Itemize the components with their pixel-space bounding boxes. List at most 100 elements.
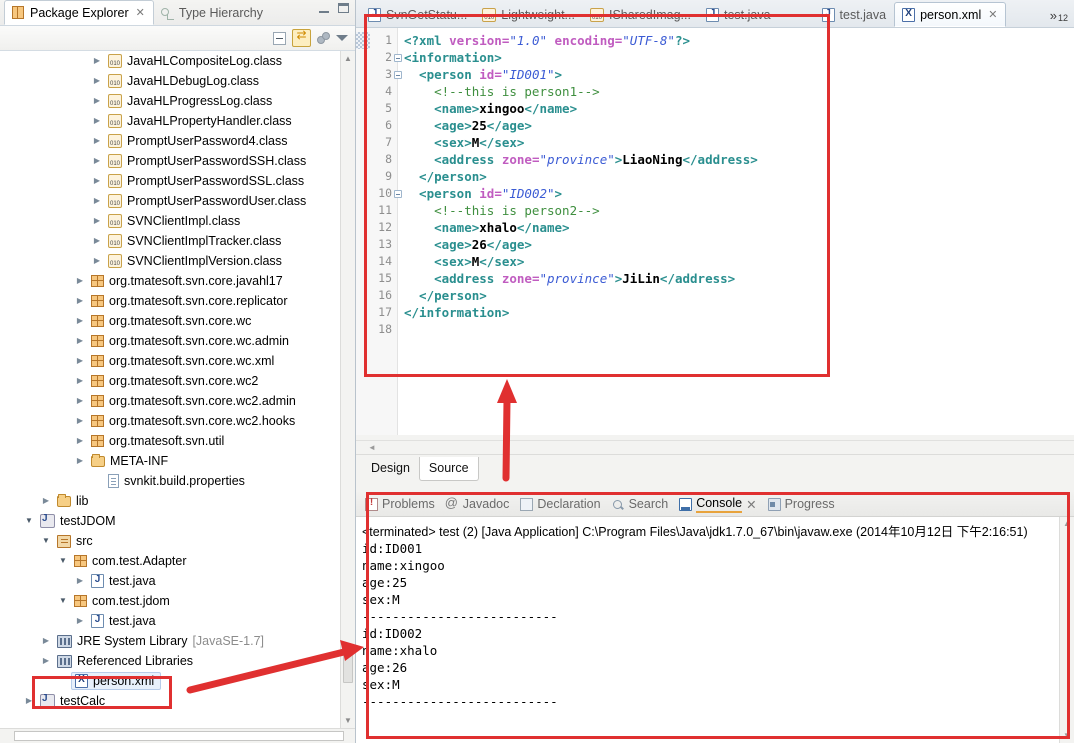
tree-item-test-java[interactable]: ▶ test.java [0,611,355,631]
tree-item-meta-inf[interactable]: ▶ META-INF [0,451,355,471]
editor-tab-isharedimag-[interactable]: ISharedImag... [583,3,699,27]
tree-item-org-tmatesoft-svn-util[interactable]: ▶ org.tmatesoft.svn.util [0,431,355,451]
editor-horizontal-scrollbar[interactable]: ◄ [356,440,1074,454]
tree-item-person-xml[interactable]: person.xml [0,671,355,691]
scroll-up-icon[interactable]: ▲ [341,51,355,66]
chevron-right-icon[interactable]: ▶ [74,437,86,445]
chevron-down-icon[interactable]: ▼ [57,597,69,605]
tree-item-svnclientimpltracker-class[interactable]: ▶ SVNClientImplTracker.class [0,231,355,251]
chevron-right-icon[interactable]: ▶ [74,317,86,325]
tab-package-explorer[interactable]: Package Explorer ✕ [4,0,154,25]
tree-item-org-tmatesoft-svn-core-wc-xml[interactable]: ▶ org.tmatesoft.svn.core.wc.xml [0,351,355,371]
chevron-right-icon[interactable]: ▶ [74,377,86,385]
chevron-right-icon[interactable]: ▶ [91,217,103,225]
console-tab-javadoc[interactable]: Javadoc [444,492,519,516]
chevron-right-icon[interactable]: ▶ [91,137,103,145]
tree-item-javahlpropertyhandler-class[interactable]: ▶ JavaHLPropertyHandler.class [0,111,355,131]
view-options-icon[interactable] [317,31,330,45]
chevron-right-icon[interactable]: ▶ [40,497,52,505]
console-tab-console[interactable]: Console ✕ [677,492,765,516]
scrollbar-thumb[interactable] [14,731,344,741]
tree-item-testjdom[interactable]: ▼ testJDOM [0,511,355,531]
chevron-right-icon[interactable]: ▶ [23,697,35,705]
tree-item-promptuserpassword4-class[interactable]: ▶ PromptUserPassword4.class [0,131,355,151]
scroll-left-icon[interactable]: ◄ [368,441,376,455]
scroll-down-icon[interactable]: ▼ [341,713,355,728]
tree-item-org-tmatesoft-svn-core-wc-admin[interactable]: ▶ org.tmatesoft.svn.core.wc.admin [0,331,355,351]
console-tab-problems[interactable]: Problems [363,492,444,516]
chevron-right-icon[interactable]: ▶ [74,457,86,465]
scrollbar-thumb[interactable] [343,651,353,683]
tab-design[interactable]: Design [362,457,419,480]
chevron-down-icon[interactable]: ▼ [40,537,52,545]
tree-item-promptuserpasswordssh-class[interactable]: ▶ PromptUserPasswordSSH.class [0,151,355,171]
chevron-down-icon[interactable]: ▼ [23,517,35,525]
console-vertical-scrollbar[interactable]: ▲ ▼ [1059,517,1074,743]
tree-item-lib[interactable]: ▶ lib [0,491,355,511]
tree-item-src[interactable]: ▼ src [0,531,355,551]
tree-item-org-tmatesoft-svn-core-javahl17[interactable]: ▶ org.tmatesoft.svn.core.javahl17 [0,271,355,291]
chevron-down-icon[interactable]: ▼ [57,557,69,565]
editor-tab-person-xml[interactable]: person.xml ✕ [894,2,1007,27]
tree-item-svnclientimpl-class[interactable]: ▶ SVNClientImpl.class [0,211,355,231]
chevron-right-icon[interactable]: ▶ [91,257,103,265]
console-output[interactable]: <terminated> test (2) [Java Application]… [356,517,1059,743]
tree-item-svnclientimplversion-class[interactable]: ▶ SVNClientImplVersion.class [0,251,355,271]
tree-item-org-tmatesoft-svn-core-wc2[interactable]: ▶ org.tmatesoft.svn.core.wc2 [0,371,355,391]
editor-tab-svngetstatu-[interactable]: SvnGetStatu... [361,3,475,27]
code-content[interactable]: <?xml version="1.0" encoding="UTF-8"?> <i… [398,28,1074,435]
chevron-right-icon[interactable]: ▶ [91,197,103,205]
tree-item-javahlprogresslog-class[interactable]: ▶ JavaHLProgressLog.class [0,91,355,111]
tree-item-test-java[interactable]: ▶ test.java [0,571,355,591]
chevron-right-icon[interactable]: ▶ [40,637,52,645]
tree-horizontal-scrollbar[interactable] [0,728,355,743]
tree-item-com-test-adapter[interactable]: ▼ com.test.Adapter [0,551,355,571]
scroll-down-icon[interactable]: ▼ [1060,729,1074,743]
chevron-right-icon[interactable]: ▶ [74,577,86,585]
chevron-right-icon[interactable]: ▶ [91,77,103,85]
chevron-right-icon[interactable]: ▶ [74,417,86,425]
chevron-right-icon[interactable]: ▶ [74,297,86,305]
tab-type-hierarchy[interactable]: Type Hierarchy [154,1,271,25]
console-tab-declaration[interactable]: Declaration [518,492,609,516]
project-tree[interactable]: ▶ JavaHLCompositeLog.class ▶ JavaHLDebugLog… [0,51,355,728]
tree-item-javahldebuglog-class[interactable]: ▶ JavaHLDebugLog.class [0,71,355,91]
tree-item-testcalc[interactable]: ▶ testCalc [0,691,355,711]
collapse-all-icon[interactable] [273,31,286,45]
tree-item-promptuserpasswordssl-class[interactable]: ▶ PromptUserPasswordSSL.class [0,171,355,191]
tree-item-org-tmatesoft-svn-core-wc2-admin[interactable]: ▶ org.tmatesoft.svn.core.wc2.admin [0,391,355,411]
xml-source-editor[interactable]: 1 2 3 4 5 6 7 8 9 10 11 12 13 14 15 16 17 18 <?xml versio… [356,28,1074,435]
chevron-right-icon[interactable]: ▶ [74,397,86,405]
tree-item-referenced-libraries[interactable]: ▶ Referenced Libraries [0,651,355,671]
selected-item[interactable]: person.xml [71,672,162,690]
scroll-up-icon[interactable]: ▲ [1060,517,1074,531]
link-with-editor-icon[interactable] [292,28,311,47]
chevron-right-icon[interactable]: ▶ [91,97,103,105]
tree-item-svnkit-build-properties[interactable]: svnkit.build.properties [0,471,355,491]
tree-item-org-tmatesoft-svn-core-replicator[interactable]: ▶ org.tmatesoft.svn.core.replicator [0,291,355,311]
view-menu-icon[interactable] [336,35,348,41]
tree-item-com-test-jdom[interactable]: ▼ com.test.jdom [0,591,355,611]
editor-tabs-overflow[interactable]: » 12 [1044,8,1074,27]
close-icon[interactable]: ✕ [988,8,997,21]
editor-tab-test-java[interactable]: test.java [699,3,779,27]
tree-item-org-tmatesoft-svn-core-wc2-hooks[interactable]: ▶ org.tmatesoft.svn.core.wc2.hooks [0,411,355,431]
chevron-right-icon[interactable]: ▶ [91,177,103,185]
minimize-icon[interactable] [319,4,329,13]
tree-item-jre-system-library[interactable]: ▶ JRE System Library [JavaSE-1.7] [0,631,355,651]
chevron-right-icon[interactable]: ▶ [74,617,86,625]
tree-item-org-tmatesoft-svn-core-wc[interactable]: ▶ org.tmatesoft.svn.core.wc [0,311,355,331]
chevron-right-icon[interactable]: ▶ [91,57,103,65]
chevron-right-icon[interactable]: ▶ [74,277,86,285]
console-tab-progress[interactable]: Progress [766,492,844,516]
tree-item-javahlcompositelog-class[interactable]: ▶ JavaHLCompositeLog.class [0,51,355,71]
editor-tab-lightweight-[interactable]: Lightweight... [475,3,583,27]
chevron-right-icon[interactable]: ▶ [40,657,52,665]
close-icon[interactable]: ✕ [746,497,756,512]
console-tab-search[interactable]: Search [610,492,678,516]
tree-vertical-scrollbar[interactable]: ▲ ▼ [340,51,355,728]
chevron-right-icon[interactable]: ▶ [91,117,103,125]
editor-tab-test-java[interactable]: test.java [815,3,895,27]
tab-source[interactable]: Source [418,457,479,481]
chevron-right-icon[interactable]: ▶ [74,337,86,345]
